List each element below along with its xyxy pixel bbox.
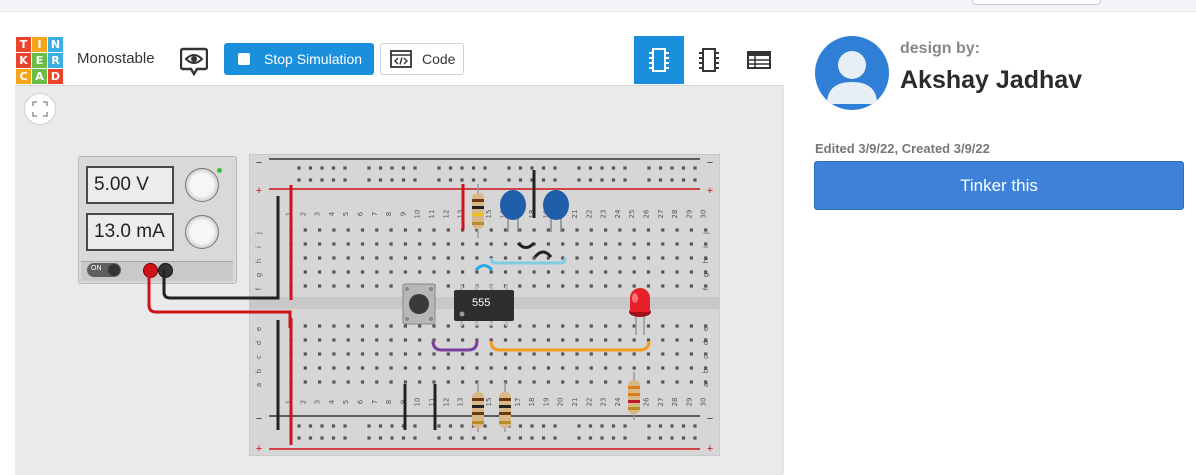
black-arc-wire — [516, 241, 536, 249]
purple-wire — [431, 340, 479, 352]
edit-dates: Edited 3/9/22, Created 3/9/22 — [815, 141, 990, 156]
tinker-this-button[interactable]: Tinker this — [814, 161, 1184, 210]
black-supply-wire — [162, 270, 280, 300]
resistor-top — [472, 184, 484, 238]
user-avatar-icon — [827, 51, 877, 104]
orange-wire — [489, 340, 651, 352]
designer-name[interactable]: Akshay Jadhav — [900, 66, 1082, 95]
light-blue-wire — [489, 257, 567, 265]
red-led — [629, 288, 651, 335]
designer-avatar[interactable] — [815, 36, 889, 110]
black-arc-wire-2 — [533, 250, 553, 258]
panel-divider — [783, 85, 784, 474]
resistor-bottom-2 — [499, 382, 511, 432]
resistor-bottom-1 — [472, 382, 484, 432]
resistor-led — [628, 372, 640, 420]
design-by-label: design by: — [900, 40, 981, 57]
ceramic-capacitor-2 — [543, 190, 569, 232]
ceramic-capacitor-1 — [500, 190, 526, 232]
push-button — [402, 283, 436, 325]
cyan-arc-wire-small — [474, 264, 494, 272]
chip-label: 555 — [472, 297, 491, 309]
